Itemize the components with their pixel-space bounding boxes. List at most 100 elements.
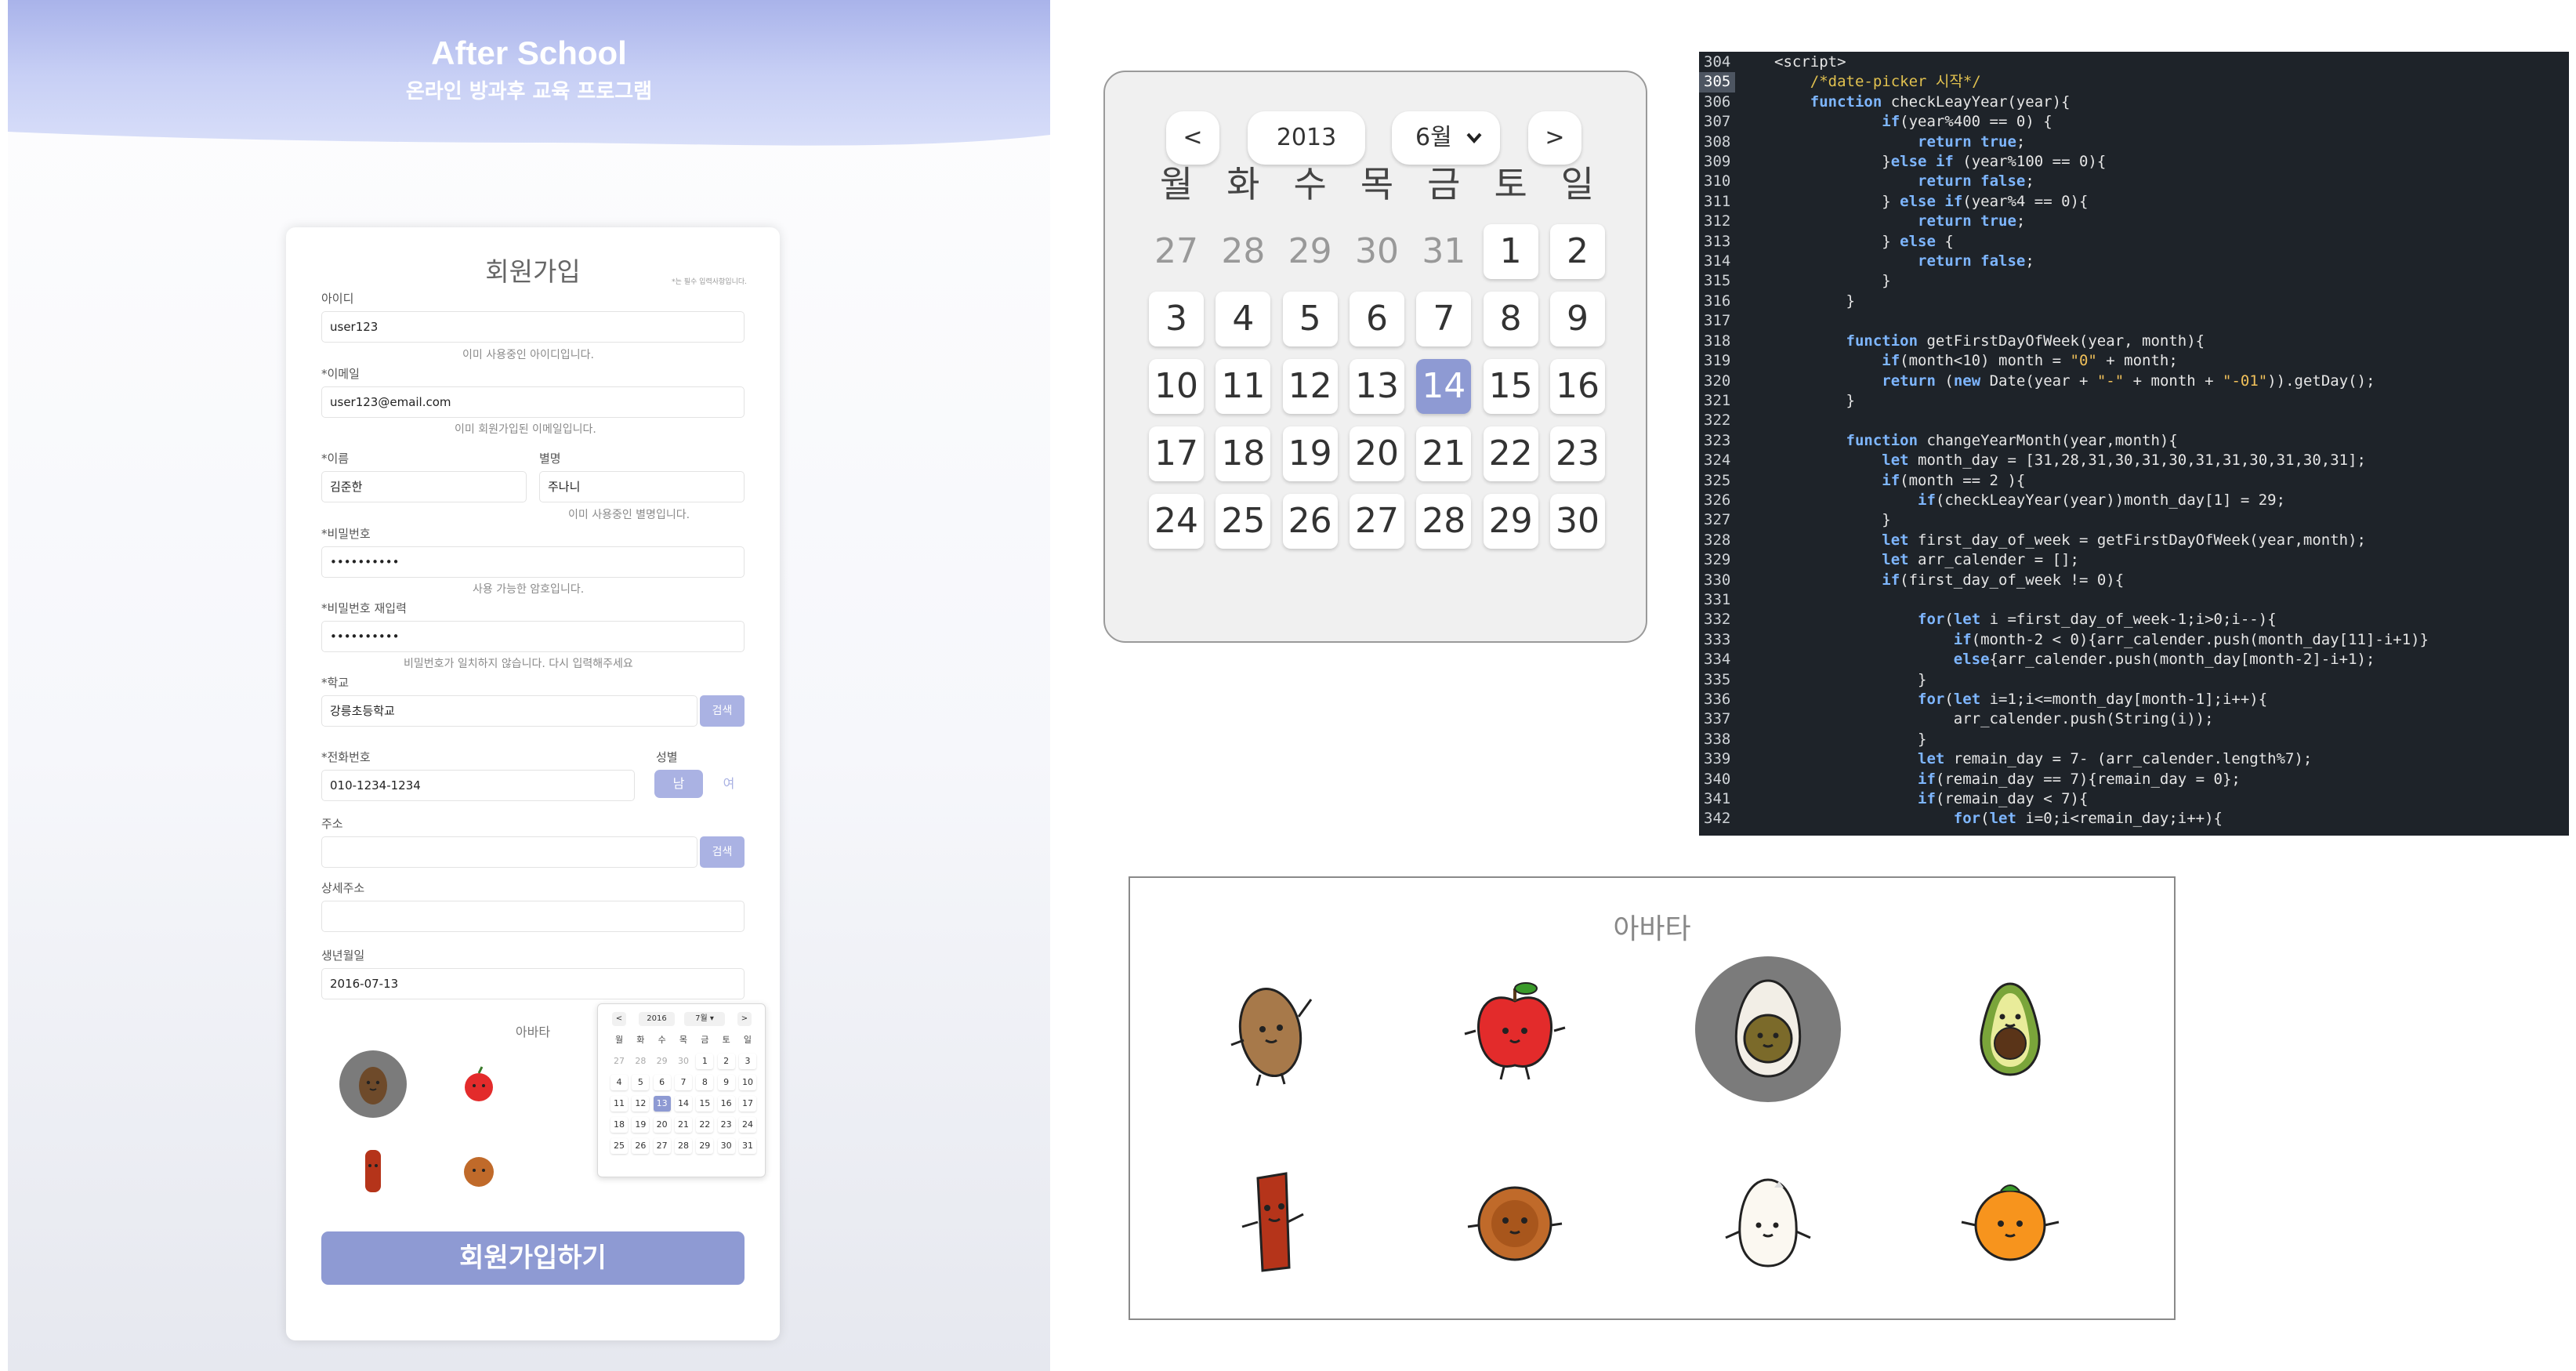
calendar-day[interactable]: 7 <box>1416 292 1472 346</box>
gender-male-button[interactable]: 남 <box>654 770 703 798</box>
calendar-day[interactable]: 27 <box>1349 494 1404 549</box>
nickname-input[interactable]: 주나니 <box>539 471 745 502</box>
avatar-option-yakgwa[interactable] <box>445 1137 513 1204</box>
mini-calendar-day[interactable]: 22 <box>696 1117 714 1133</box>
mini-calendar-day[interactable]: 29 <box>653 1054 671 1069</box>
avatar-sausage[interactable] <box>1199 1149 1345 1295</box>
calendar-day[interactable]: 27 <box>1149 224 1204 279</box>
calendar-day[interactable]: 21 <box>1416 426 1472 481</box>
avatar-tangerine[interactable] <box>1937 1149 2083 1295</box>
gender-female-button[interactable]: 여 <box>709 770 748 798</box>
mini-year-input[interactable]: 2016 <box>639 1012 675 1026</box>
mini-calendar-day[interactable]: 30 <box>717 1138 735 1154</box>
mini-prev-button[interactable]: < <box>612 1012 626 1026</box>
mini-calendar-day[interactable]: 27 <box>653 1138 671 1154</box>
mini-calendar-day[interactable]: 21 <box>674 1117 692 1133</box>
avatar-avocado[interactable] <box>1937 958 2083 1104</box>
calendar-day[interactable]: 3 <box>1149 292 1204 346</box>
calendar-day[interactable]: 13 <box>1349 359 1404 414</box>
calendar-day[interactable]: 20 <box>1349 426 1404 481</box>
mini-calendar-day[interactable]: 28 <box>632 1054 650 1069</box>
school-search-button[interactable]: 검색 <box>700 695 745 727</box>
calendar-day[interactable]: 2 <box>1549 224 1605 279</box>
mini-calendar-day[interactable]: 14 <box>674 1096 692 1112</box>
mini-next-button[interactable]: > <box>737 1012 752 1026</box>
mini-calendar-day[interactable]: 28 <box>674 1138 692 1154</box>
calendar-day[interactable]: 28 <box>1216 224 1270 279</box>
mini-calendar-day[interactable]: 23 <box>717 1117 735 1133</box>
calendar-day[interactable]: 9 <box>1549 292 1605 346</box>
mini-calendar-day[interactable]: 25 <box>610 1138 628 1154</box>
calendar-day[interactable]: 29 <box>1483 494 1538 549</box>
avatar-egg[interactable] <box>1695 956 1841 1102</box>
mini-month-select[interactable]: 7월 ▾ <box>684 1012 725 1026</box>
calendar-day[interactable]: 1 <box>1483 224 1538 279</box>
avatar-yakgwa[interactable] <box>1442 1149 1588 1295</box>
mini-calendar-day[interactable]: 13 <box>653 1096 671 1112</box>
name-input[interactable]: 김준한 <box>321 471 527 502</box>
avatar-option-sausage[interactable] <box>339 1137 407 1204</box>
mini-calendar-day[interactable]: 1 <box>696 1054 714 1069</box>
mini-calendar-day[interactable]: 26 <box>632 1138 650 1154</box>
mini-calendar-day[interactable]: 29 <box>696 1138 714 1154</box>
school-input[interactable]: 강릉초등학교 <box>321 695 697 727</box>
mini-calendar-day[interactable]: 30 <box>674 1054 692 1069</box>
mini-calendar-day[interactable]: 19 <box>632 1117 650 1133</box>
mini-calendar-day[interactable]: 2 <box>717 1054 735 1069</box>
calendar-day[interactable]: 6 <box>1349 292 1404 346</box>
avatar-rice[interactable] <box>1695 1149 1841 1295</box>
id-input[interactable]: user123 <box>321 311 745 343</box>
calendar-day[interactable]: 28 <box>1416 494 1472 549</box>
calendar-day[interactable]: 26 <box>1282 494 1338 549</box>
birthdate-input[interactable]: 2016-07-13 <box>321 968 745 999</box>
calendar-day[interactable]: 19 <box>1282 426 1338 481</box>
calendar-day[interactable]: 23 <box>1549 426 1605 481</box>
mini-calendar-day[interactable]: 8 <box>696 1075 714 1090</box>
calendar-day[interactable]: 16 <box>1549 359 1605 414</box>
mini-calendar-day[interactable]: 16 <box>717 1096 735 1112</box>
avatar-option-potato[interactable] <box>339 1050 407 1118</box>
calendar-day[interactable]: 30 <box>1350 224 1404 279</box>
signup-submit-button[interactable]: 회원가입하기 <box>321 1231 745 1285</box>
avatar-potato[interactable] <box>1199 958 1345 1104</box>
mini-calendar-day[interactable]: 3 <box>738 1054 756 1069</box>
mini-calendar-day[interactable]: 10 <box>738 1075 756 1090</box>
phone-input[interactable]: 010-1234-1234 <box>321 770 635 801</box>
password-input[interactable]: •••••••••• <box>321 546 745 578</box>
address-detail-input[interactable] <box>321 901 745 932</box>
calendar-day[interactable]: 31 <box>1416 224 1471 279</box>
mini-calendar-day[interactable]: 9 <box>717 1075 735 1090</box>
calendar-day[interactable]: 8 <box>1483 292 1538 346</box>
avatar-apple[interactable] <box>1442 958 1588 1104</box>
mini-calendar-day[interactable]: 4 <box>610 1075 628 1090</box>
mini-calendar-day[interactable]: 15 <box>696 1096 714 1112</box>
mini-calendar-day[interactable]: 27 <box>610 1054 628 1069</box>
calendar-day[interactable]: 30 <box>1549 494 1605 549</box>
mini-calendar-day[interactable]: 11 <box>610 1096 628 1112</box>
mini-calendar-day[interactable]: 7 <box>674 1075 692 1090</box>
mini-calendar-day[interactable]: 24 <box>738 1117 756 1133</box>
calendar-day[interactable]: 14 <box>1416 359 1472 414</box>
password-confirm-input[interactable]: •••••••••• <box>321 621 745 652</box>
mini-calendar-day[interactable]: 17 <box>738 1096 756 1112</box>
mini-calendar-day[interactable]: 6 <box>653 1075 671 1090</box>
calendar-day[interactable]: 22 <box>1483 426 1538 481</box>
mini-calendar-day[interactable]: 5 <box>632 1075 650 1090</box>
avatar-option-apple[interactable] <box>445 1050 513 1118</box>
calendar-day[interactable]: 15 <box>1483 359 1538 414</box>
mini-calendar-day[interactable]: 31 <box>738 1138 756 1154</box>
calendar-day[interactable]: 18 <box>1216 426 1271 481</box>
calendar-day[interactable]: 5 <box>1282 292 1338 346</box>
mini-calendar-day[interactable]: 18 <box>610 1117 628 1133</box>
email-input[interactable]: user123@email.com <box>321 386 745 418</box>
mini-calendar-day[interactable]: 20 <box>653 1117 671 1133</box>
calendar-day[interactable]: 11 <box>1216 359 1271 414</box>
calendar-day[interactable]: 29 <box>1283 224 1338 279</box>
calendar-day[interactable]: 10 <box>1149 359 1204 414</box>
address-search-button[interactable]: 검색 <box>700 836 745 868</box>
calendar-day[interactable]: 25 <box>1216 494 1271 549</box>
calendar-day[interactable]: 24 <box>1149 494 1204 549</box>
address-input[interactable] <box>321 836 697 868</box>
mini-calendar-day[interactable]: 12 <box>632 1096 650 1112</box>
calendar-day[interactable]: 4 <box>1216 292 1271 346</box>
